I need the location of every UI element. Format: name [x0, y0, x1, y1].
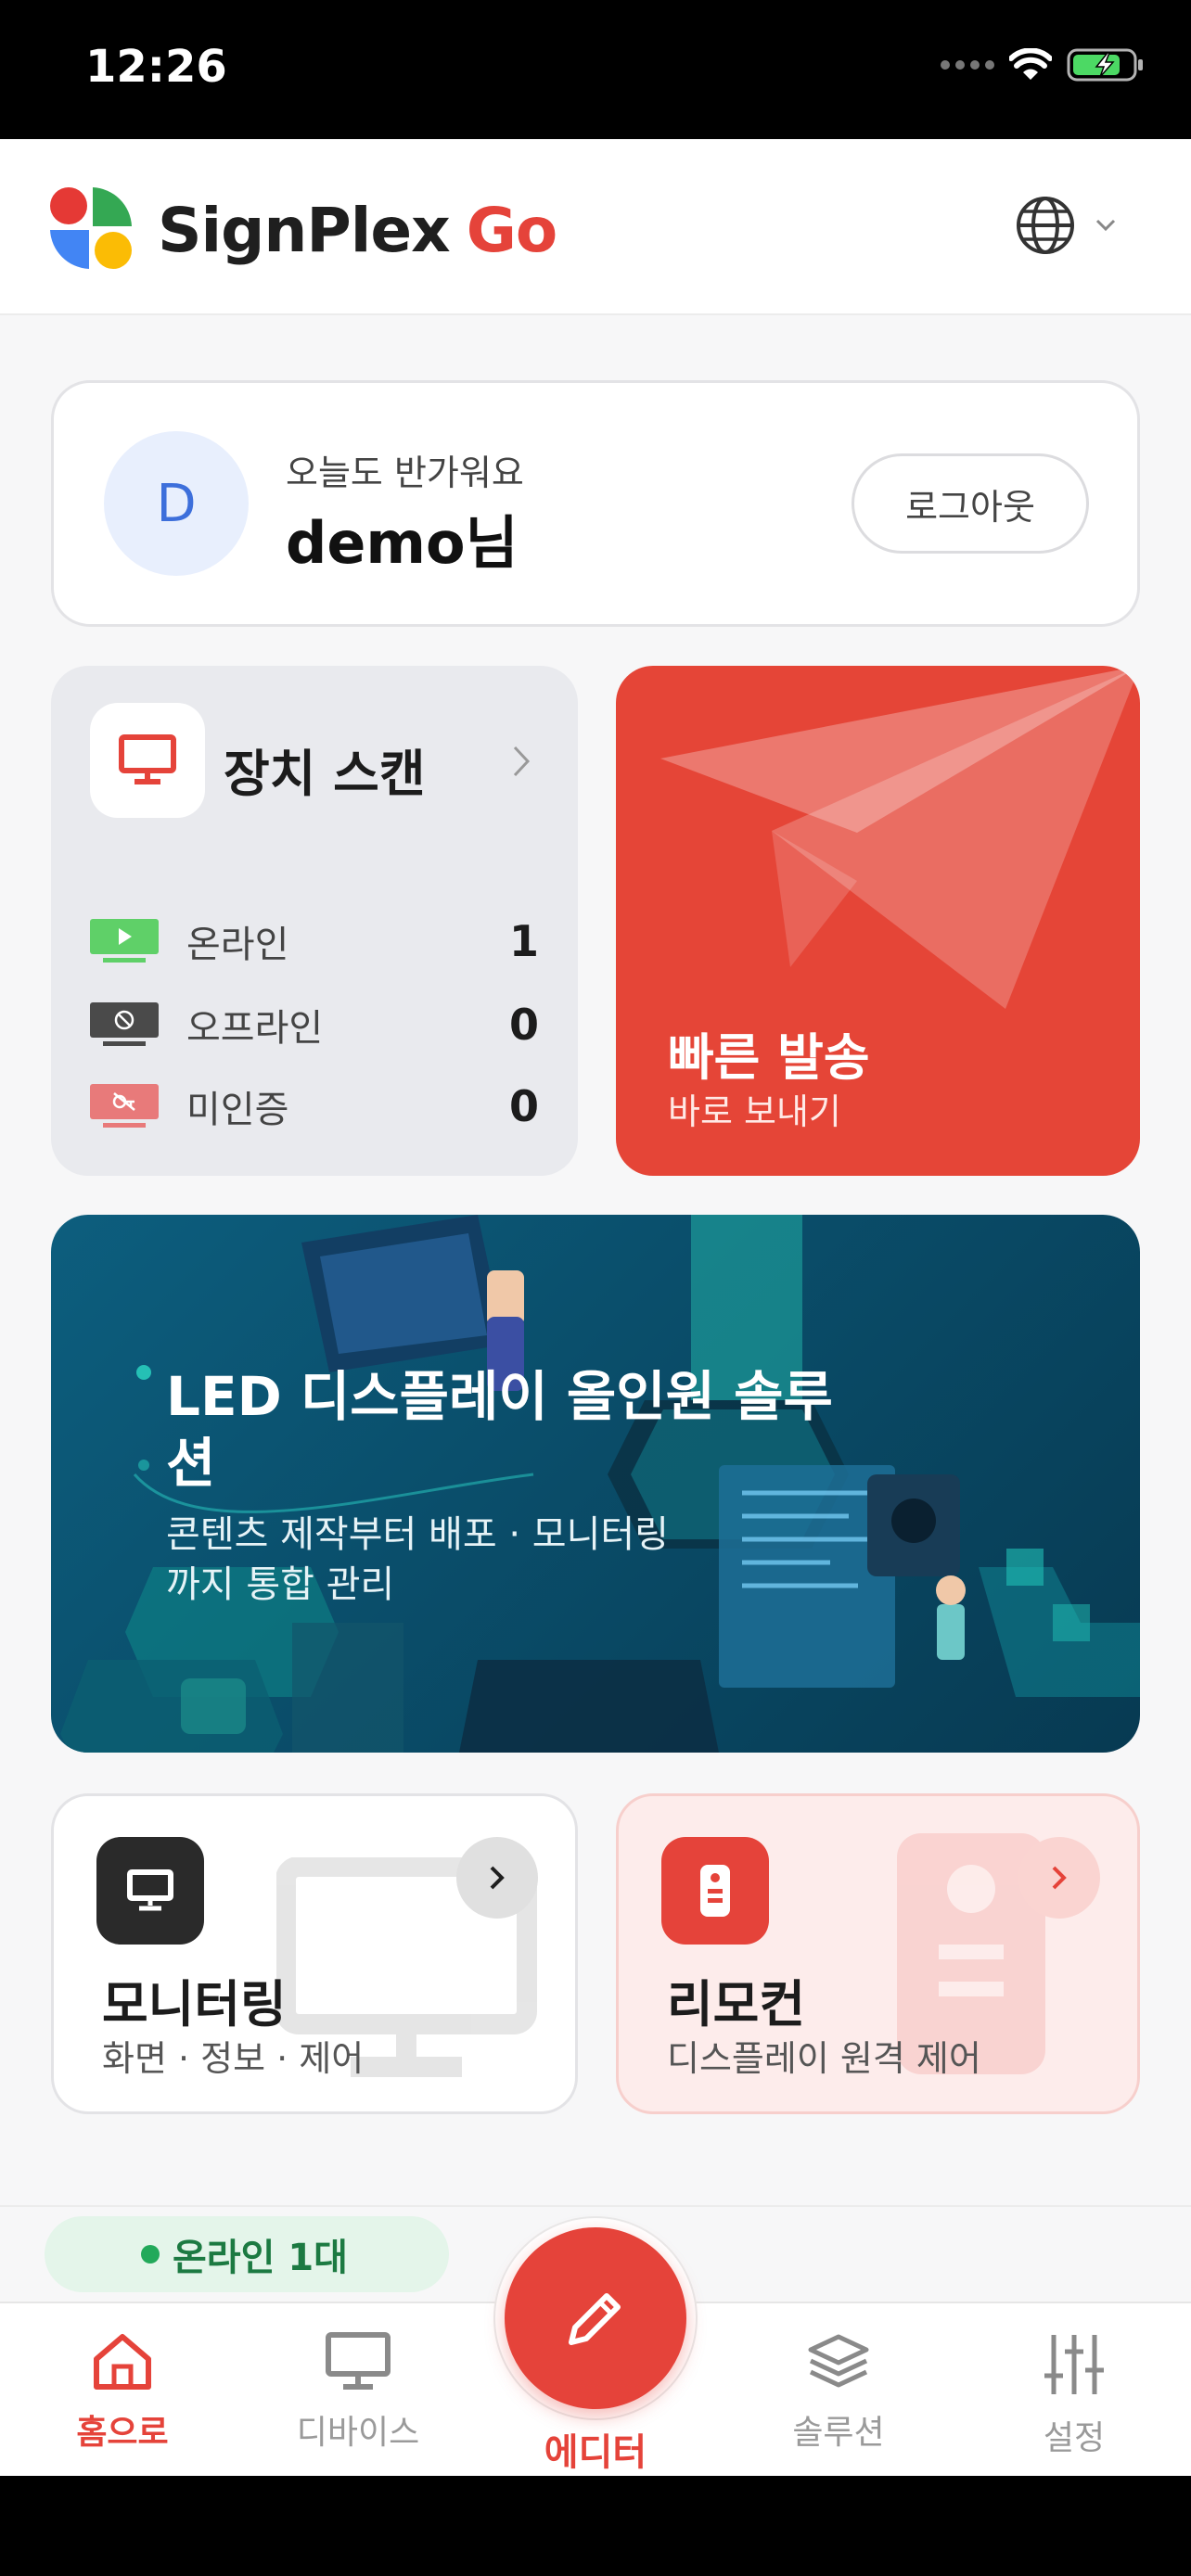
brand-accent: Go [466, 195, 558, 266]
stat-value: 0 [508, 1081, 539, 1131]
online-dot-icon [141, 2245, 160, 2264]
pencil-icon [569, 2293, 621, 2345]
status-bar: 12:26 [0, 0, 1191, 139]
layers-icon [808, 2334, 869, 2388]
greeting-card: D 오늘도 반가워요 demo님 로그아웃 [51, 380, 1140, 627]
device-scan-card[interactable]: 장치 스캔 온라인 1 오프라인 0 미인증 0 [51, 666, 578, 1176]
stat-label: 오프라인 [186, 1007, 324, 1050]
online-device-icon [90, 919, 159, 963]
scan-icon-box [90, 703, 205, 818]
tab-label: 홈으로 [76, 2414, 169, 2452]
stat-unauthorized: 미인증 0 [90, 1074, 539, 1139]
signplex-logo [50, 187, 132, 269]
globe-icon [1017, 197, 1074, 254]
banner-subtitle: 콘텐츠 제작부터 배포 · 모니터링까지 통합 관리 [166, 1513, 669, 1606]
online-status-label: 온라인 1대 [173, 2237, 348, 2279]
monitoring-subtitle: 화면 · 정보 · 제어 [102, 2038, 365, 2079]
chevron-right-icon [1052, 1866, 1067, 1890]
tab-label: 디바이스 [296, 2414, 420, 2452]
user-name: demo님 [286, 509, 519, 577]
monitoring-title: 모니터링 [102, 1975, 287, 2034]
brand-main: SignPlex [158, 195, 451, 266]
stat-value: 1 [508, 916, 539, 966]
remote-arrow[interactable] [1018, 1837, 1100, 1919]
quick-send-title: 빠른 발송 [668, 1028, 870, 1087]
unauthorized-device-icon [90, 1084, 159, 1128]
chevron-right-icon [490, 1866, 505, 1890]
editor-fab-button[interactable] [505, 2227, 686, 2409]
avatar: D [104, 431, 249, 576]
app-header: SignPlex Go [0, 139, 1191, 315]
quick-send-subtitle: 바로 보내기 [668, 1091, 841, 1132]
home-icon [94, 2334, 151, 2390]
promo-banner[interactable]: LED 디스플레이 올인원 솔루션 콘텐츠 제작부터 배포 · 모니터링까지 통… [51, 1215, 1140, 1753]
monitoring-arrow[interactable] [456, 1837, 538, 1919]
sliders-icon [1044, 2335, 1104, 2394]
chevron-down-icon [1095, 219, 1116, 232]
stat-label: 온라인 [186, 924, 289, 966]
tab-solutions[interactable]: 솔루션 [746, 2331, 931, 2454]
chevron-right-icon [513, 746, 531, 777]
stat-online: 온라인 1 [90, 909, 539, 974]
battery-icon [1067, 48, 1143, 82]
tab-label: 설정 [1043, 2419, 1106, 2457]
online-status-badge: 온라인 1대 [45, 2216, 449, 2292]
greeting-subtitle: 오늘도 반가워요 [286, 453, 524, 493]
monitor-icon [326, 2332, 391, 2390]
status-time: 12:26 [85, 41, 227, 93]
monitoring-icon-box [96, 1837, 204, 1945]
remote-icon-box [661, 1837, 769, 1945]
monitor-icon [127, 1869, 173, 1911]
tab-label: 솔루션 [792, 2414, 885, 2452]
monitor-icon [119, 734, 176, 784]
banner-title: LED 디스플레이 올인원 솔루션 [166, 1365, 833, 1495]
home-indicator-area [0, 2476, 1191, 2576]
language-selector[interactable] [1015, 195, 1117, 256]
wifi-icon [1009, 48, 1052, 80]
scan-title: 장치 스캔 [224, 745, 426, 803]
tab-home[interactable]: 홈으로 [30, 2331, 215, 2454]
remote-card[interactable]: 리모컨 디스플레이 원격 제어 [616, 1793, 1140, 2114]
stat-offline: 오프라인 0 [90, 992, 539, 1057]
editor-tab-label: 에디터 [544, 2431, 647, 2474]
stat-label: 미인증 [186, 1089, 289, 1131]
remote-subtitle: 디스플레이 원격 제어 [667, 2038, 981, 2079]
brand-name: SignPlex Go [158, 195, 557, 266]
signal-icon [941, 60, 994, 70]
monitoring-card[interactable]: 모니터링 화면 · 정보 · 제어 [51, 1793, 578, 2114]
logout-button[interactable]: 로그아웃 [852, 453, 1089, 554]
offline-device-icon [90, 1002, 159, 1046]
remote-title: 리모컨 [667, 1975, 806, 2034]
tab-settings[interactable]: 설정 [981, 2331, 1167, 2459]
remote-icon [700, 1865, 730, 1917]
tab-devices[interactable]: 디바이스 [265, 2331, 451, 2454]
status-icons [941, 46, 1145, 83]
stat-value: 0 [508, 1000, 539, 1050]
quick-send-card[interactable]: 빠른 발송 바로 보내기 [616, 666, 1140, 1176]
